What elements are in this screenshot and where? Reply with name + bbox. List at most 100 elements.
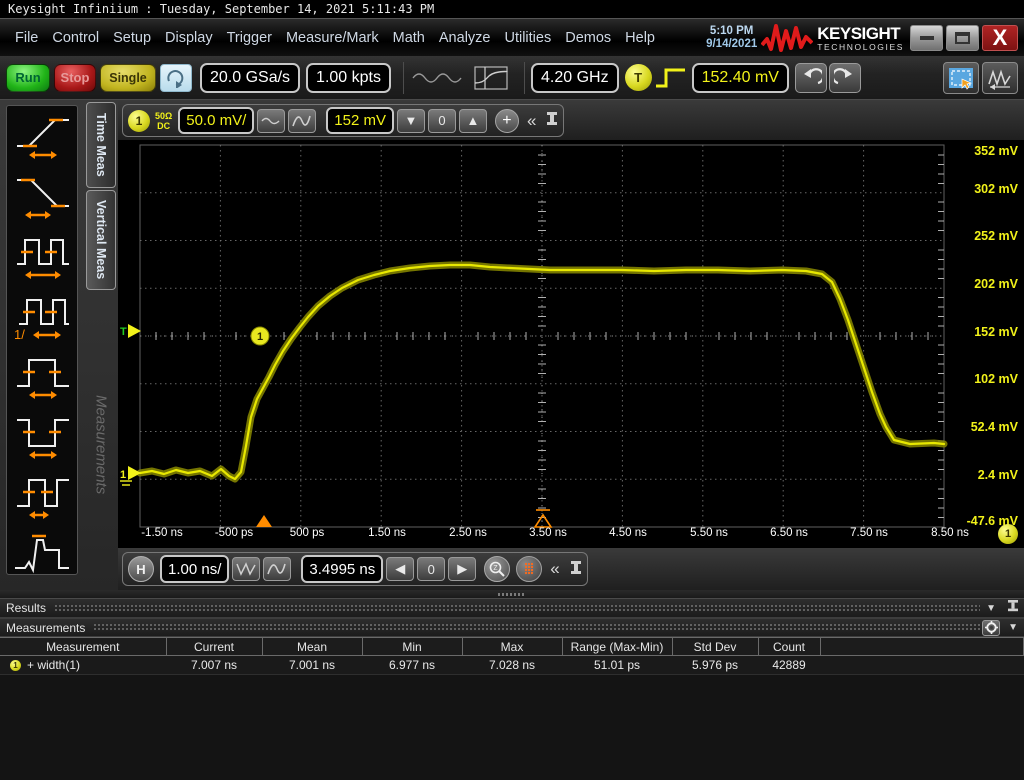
results-pin-button[interactable] bbox=[1008, 600, 1018, 616]
bandwidth-filter-icon[interactable] bbox=[464, 63, 518, 93]
sample-rate-field[interactable]: 20.0 GSa/s bbox=[200, 63, 300, 93]
menu-item-control[interactable]: Control bbox=[45, 29, 106, 47]
scope-display[interactable]: T 1 1 352 mV 302 bbox=[118, 140, 1024, 548]
run-button[interactable]: Run bbox=[6, 64, 50, 92]
sidebar-measurement-frequency[interactable]: 1/ bbox=[7, 286, 78, 346]
sidebar-measurement-negative-width[interactable] bbox=[7, 406, 78, 466]
menu-item-analyze[interactable]: Analyze bbox=[432, 29, 498, 47]
results-collapse-button[interactable]: ▼ bbox=[986, 603, 996, 614]
menu-item-measure-mark[interactable]: Measure/Mark bbox=[279, 29, 386, 47]
col-measurement[interactable]: Measurement bbox=[0, 638, 166, 656]
time-per-div-field[interactable]: 1.00 ns/ bbox=[160, 555, 229, 583]
col-range[interactable]: Range (Max-Min) bbox=[562, 638, 672, 656]
table-row[interactable]: 1+ width(1) 7.007 ns 7.001 ns 6.977 ns 7… bbox=[0, 656, 1024, 675]
horizontal-zoom-window-button[interactable] bbox=[232, 557, 260, 581]
channel-offset-down-button[interactable]: ▼ bbox=[397, 109, 425, 133]
channel-offset-zero-button[interactable]: 0 bbox=[428, 109, 456, 133]
channel-coupling-button-a[interactable] bbox=[257, 109, 285, 133]
stop-button[interactable]: Stop bbox=[54, 64, 96, 92]
channel-pin-button[interactable] bbox=[546, 111, 558, 130]
redo-button[interactable] bbox=[829, 63, 861, 93]
col-max[interactable]: Max bbox=[462, 638, 562, 656]
horizontal-collapse-button[interactable]: « bbox=[550, 559, 559, 579]
add-channel-button[interactable]: + bbox=[495, 109, 519, 133]
waveform-channel-bubble[interactable]: 1 bbox=[251, 327, 269, 345]
channel-1-input-config[interactable]: 50Ω DC bbox=[155, 111, 172, 131]
row-count: 42889 bbox=[758, 656, 820, 675]
col-min[interactable]: Min bbox=[362, 638, 462, 656]
menu-item-setup[interactable]: Setup bbox=[106, 29, 158, 47]
clear-display-button[interactable] bbox=[160, 64, 192, 92]
close-button[interactable]: X bbox=[982, 25, 1018, 51]
channel-collapse-button[interactable]: « bbox=[527, 111, 536, 131]
memory-depth-field[interactable]: 1.00 kpts bbox=[306, 63, 391, 93]
minimize-button[interactable] bbox=[910, 25, 943, 51]
fall-time-icon bbox=[11, 170, 75, 222]
results-drag-handle[interactable] bbox=[54, 604, 980, 613]
measurements-settings-button[interactable] bbox=[982, 620, 1000, 636]
menu-item-display[interactable]: Display bbox=[158, 29, 220, 47]
channel-volts-per-div-field[interactable]: 50.0 mV/ bbox=[178, 107, 254, 134]
delay-next-button[interactable]: ▶ bbox=[448, 557, 476, 581]
restore-button[interactable] bbox=[946, 25, 979, 51]
sidebar-measurement-delay[interactable] bbox=[7, 526, 78, 575]
col-count[interactable]: Count bbox=[758, 638, 820, 656]
menu-item-math[interactable]: Math bbox=[386, 29, 432, 47]
autoscale-button[interactable] bbox=[982, 62, 1018, 94]
trigger-level-marker[interactable]: T bbox=[120, 324, 141, 338]
zoom-toggle-button[interactable]: Z bbox=[484, 556, 510, 582]
channel-offset-field[interactable]: 152 mV bbox=[326, 107, 394, 134]
trigger-level-field[interactable]: 152.40 mV bbox=[692, 63, 789, 93]
zoom-select-button[interactable] bbox=[943, 62, 979, 94]
sidebar-measurement-positive-width[interactable] bbox=[7, 346, 78, 406]
channel-1-badge[interactable]: 1 bbox=[128, 110, 150, 132]
sidebar-measurement-duty-cycle[interactable] bbox=[7, 466, 78, 526]
delay-field[interactable]: 3.4995 ns bbox=[301, 555, 383, 583]
zoom-window-icon bbox=[236, 561, 256, 577]
sidebar-tab-time-meas[interactable]: Time Meas bbox=[86, 102, 116, 188]
time-axis-labels: -1.50 ns -500 ps 500 ps 1.50 ns 2.50 ns … bbox=[118, 522, 1024, 548]
scope-channel-badge[interactable]: 1 bbox=[998, 524, 1018, 544]
delay-zero-button[interactable]: 0 bbox=[417, 557, 445, 581]
pin-icon bbox=[1008, 600, 1018, 613]
menu-item-utilities[interactable]: Utilities bbox=[497, 29, 558, 47]
timebase-panel: H 1.00 ns/ 3.4995 ns ◀ 0 ▶ Z bbox=[122, 552, 588, 586]
sidebar-measurement-fall-time[interactable] bbox=[7, 166, 78, 226]
menu-item-file[interactable]: File bbox=[8, 29, 45, 47]
zoom-icon: Z bbox=[488, 560, 506, 578]
measurements-collapse-button[interactable]: ▼ bbox=[1008, 622, 1018, 633]
rising-edge-icon[interactable] bbox=[654, 65, 688, 91]
channel-offset-up-button[interactable]: ▲ bbox=[459, 109, 487, 133]
menu-item-trigger[interactable]: Trigger bbox=[220, 29, 279, 47]
horizontal-control-bar: H 1.00 ns/ 3.4995 ns ◀ 0 ▶ Z bbox=[118, 548, 1024, 590]
sampling-dots-button[interactable] bbox=[516, 556, 542, 582]
horizontal-badge[interactable]: H bbox=[128, 556, 154, 582]
dc-coupling-icon bbox=[261, 114, 281, 128]
restore-icon bbox=[955, 32, 970, 44]
ac-coupling-icon bbox=[292, 113, 312, 129]
sine-icon bbox=[267, 561, 287, 577]
sidebar-measurement-period[interactable] bbox=[7, 226, 78, 286]
sidebar-tab-vertical-meas[interactable]: Vertical Meas bbox=[86, 190, 116, 290]
sidebar-measurement-rise-time[interactable] bbox=[7, 106, 78, 166]
delay-prev-button[interactable]: ◀ bbox=[386, 557, 414, 581]
horizontal-sine-button[interactable] bbox=[263, 557, 291, 581]
channel-coupling-button-b[interactable] bbox=[288, 109, 316, 133]
waveform-graticule[interactable]: T 1 1 bbox=[118, 140, 1024, 548]
trigger-badge[interactable]: T bbox=[625, 64, 652, 91]
measurements-drag-handle[interactable] bbox=[93, 623, 980, 632]
panel-splitter[interactable] bbox=[0, 590, 1024, 598]
v-tick-6: 52.4 mV bbox=[971, 420, 1018, 434]
minimize-icon bbox=[920, 36, 934, 40]
col-stddev[interactable]: Std Dev bbox=[672, 638, 758, 656]
menu-item-demos[interactable]: Demos bbox=[558, 29, 618, 47]
undo-button[interactable] bbox=[795, 63, 827, 93]
measurements-panel-title: Measurements bbox=[6, 621, 85, 635]
menu-item-help[interactable]: Help bbox=[618, 29, 662, 47]
v-tick-0: 352 mV bbox=[974, 144, 1018, 158]
col-mean[interactable]: Mean bbox=[262, 638, 362, 656]
col-current[interactable]: Current bbox=[166, 638, 262, 656]
horizontal-pin-button[interactable] bbox=[570, 560, 582, 579]
bandwidth-field[interactable]: 4.20 GHz bbox=[531, 63, 619, 93]
single-button[interactable]: Single bbox=[100, 64, 156, 92]
